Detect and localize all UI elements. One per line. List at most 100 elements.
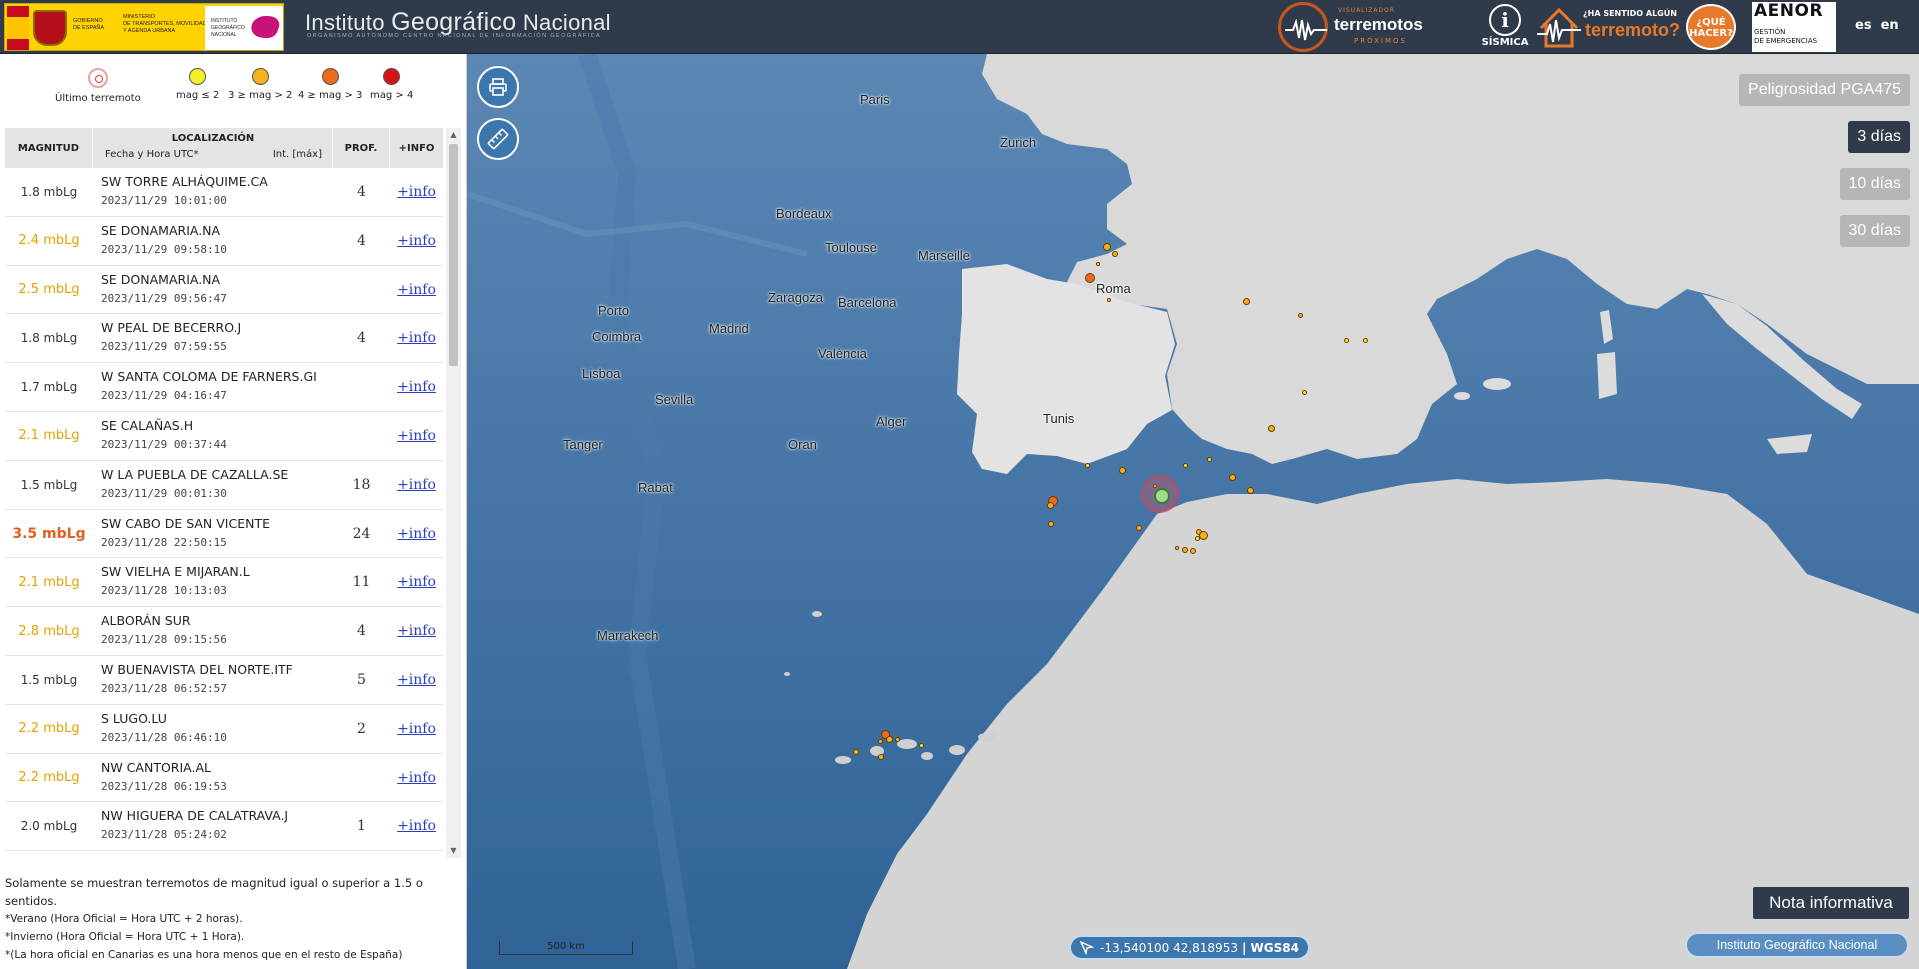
earthquake-marker[interactable] <box>1194 535 1200 541</box>
row-info-link[interactable]: +info <box>390 412 443 460</box>
earthquake-marker[interactable] <box>1198 530 1208 540</box>
row-magnitude: 2.0 mbLg <box>20 819 78 834</box>
earthquake-marker[interactable] <box>1103 243 1111 251</box>
earthquake-marker[interactable] <box>1301 389 1307 395</box>
earthquake-marker[interactable] <box>1118 466 1126 474</box>
earthquake-marker[interactable] <box>1182 462 1188 468</box>
col-prof[interactable]: PROF. <box>333 128 390 168</box>
earthquake-marker[interactable] <box>1343 337 1349 343</box>
row-datetime: 2023/11/28 06:52:57 <box>101 681 227 695</box>
row-info-link[interactable]: +info <box>390 510 443 558</box>
row-datetime: 2023/11/29 00:01:30 <box>101 486 227 500</box>
earthquake-marker[interactable] <box>885 735 893 743</box>
sismica-info-link[interactable]: i SÍSMICA <box>1480 4 1530 52</box>
table-row[interactable]: 3.5 mbLg SW CABO DE SAN VICENTE 2023/11/28… <box>5 510 443 559</box>
earthquake-marker[interactable] <box>1112 251 1118 257</box>
que-hacer-button[interactable]: ¿QUÉ HACER? <box>1686 4 1736 50</box>
earthquake-marker[interactable] <box>1136 525 1142 531</box>
scroll-thumb[interactable] <box>449 144 458 366</box>
earthquake-marker[interactable] <box>878 754 884 760</box>
scroll-up-icon[interactable]: ▲ <box>446 128 461 142</box>
ign-link-button[interactable]: Instituto Geográfico Nacional <box>1685 932 1909 958</box>
lang-es-link[interactable]: es <box>1855 18 1872 33</box>
table-row[interactable]: 1.8 mbLg SW TORRE ALHÁQUIME.CA 2023/11/29 … <box>5 168 443 217</box>
table-row[interactable]: 1.7 mbLg W SANTA COLOMA DE FARNERS.GI 2023… <box>5 363 443 412</box>
measure-button[interactable] <box>477 118 519 160</box>
row-info-link[interactable]: +info <box>390 802 443 850</box>
lang-en-link[interactable]: en <box>1881 18 1899 33</box>
row-datetime: 2023/11/28 22:50:15 <box>101 535 227 549</box>
earthquake-map[interactable]: Paris Zurich Bordeaux Toulouse Marseille Zara… <box>467 54 1919 969</box>
row-location: SW VIELHA E MIJARAN.L <box>101 564 250 580</box>
earthquake-marker[interactable] <box>853 749 859 755</box>
row-info-link[interactable]: +info <box>390 461 443 509</box>
earthquake-marker[interactable] <box>1096 262 1100 266</box>
table-row[interactable]: 2.1 mbLg SW VIELHA E MIJARAN.L 2023/11/28 … <box>5 558 443 608</box>
legend-item: mag > 4 <box>370 68 413 101</box>
table-row[interactable]: 2.5 mbLg SE DONAMARIA.NA 2023/11/29 09:56:… <box>5 266 443 315</box>
table-row[interactable]: 2.0 mbLg NW HIGUERA DE CALATRAVA.J 2023/11… <box>5 802 443 852</box>
row-info-link[interactable]: +info <box>390 607 443 655</box>
table-row[interactable]: 1.5 mbLg W LA PUEBLA DE CAZALLA.SE 2023/11… <box>5 461 443 510</box>
earthquake-marker[interactable] <box>894 736 900 742</box>
earthquake-marker[interactable] <box>1190 548 1196 554</box>
government-logo[interactable]: GOBIERNO DE ESPAÑA MINISTERIO DE TRANSPO… <box>4 3 284 51</box>
row-datetime: 2023/11/29 07:59:55 <box>101 340 227 354</box>
row-info-link[interactable]: +info <box>390 656 443 704</box>
table-row[interactable]: 2.2 mbLg NW CANTORIA.AL 2023/11/28 06:19:5… <box>5 754 443 803</box>
table-body: 1.8 mbLg SW TORRE ALHÁQUIME.CA 2023/11/29 … <box>5 168 443 858</box>
sismica-label: SÍSMICA <box>1481 37 1529 48</box>
table-row[interactable]: 2.8 mbLg ALBORÁN SUR 2023/11/28 09:15:56 4 +… <box>5 607 443 656</box>
row-info-link[interactable]: +info <box>390 217 443 265</box>
earthquake-marker[interactable] <box>1107 298 1111 302</box>
table-row[interactable]: 2.2 mbLg S LUGO.LU 2023/11/28 06:46:10 2 +in… <box>5 705 443 754</box>
table-row[interactable]: 1.8 mbLg W PEAL DE BECERRO.J 2023/11/29 07… <box>5 314 443 364</box>
row-depth: 1 <box>357 818 366 835</box>
table-row[interactable]: 2.4 mbLg SE DONAMARIA.NA 2023/11/29 09:58:… <box>5 217 443 266</box>
scroll-down-icon[interactable]: ▼ <box>446 844 461 858</box>
earthquake-marker[interactable] <box>1246 486 1254 494</box>
period-3-days[interactable]: 3 días <box>1848 121 1910 153</box>
earthquake-marker[interactable] <box>1297 312 1303 318</box>
earthquake-marker[interactable] <box>1206 456 1212 462</box>
earthquake-marker[interactable] <box>1267 424 1275 432</box>
earthquake-marker[interactable] <box>877 738 883 744</box>
table-scrollbar[interactable]: ▲ ▼ <box>446 128 461 858</box>
table-row[interactable]: 2.1 mbLg SE CALAÑAS.H 2023/11/29 00:37:44 +… <box>5 412 443 461</box>
row-info-link[interactable]: +info <box>390 754 443 802</box>
print-button[interactable] <box>477 66 519 108</box>
earthquake-marker[interactable] <box>1048 521 1054 527</box>
row-info-link[interactable]: +info <box>390 314 443 362</box>
period-30-days[interactable]: 30 días <box>1839 215 1910 247</box>
earthquake-marker[interactable] <box>1182 547 1188 553</box>
earthquake-marker[interactable] <box>1362 337 1368 343</box>
legend-dot-icon <box>87 68 108 88</box>
earthquake-marker[interactable] <box>1085 273 1095 283</box>
last-earthquake-marker[interactable] <box>1141 475 1179 513</box>
earthquake-marker[interactable] <box>1046 501 1054 509</box>
row-magnitude: 2.5 mbLg <box>18 282 80 298</box>
terremotos-proximos-link[interactable]: VISUALIZADOR terremotos PRÓXIMOS <box>1278 2 1450 52</box>
col-localizacion[interactable]: LOCALIZACIÓN Fecha y Hora UTC* Int. [máx… <box>93 128 333 168</box>
earthquake-marker[interactable] <box>918 742 924 748</box>
ha-sentido-link[interactable]: ¿HA SENTIDO ALGÚN terremoto? <box>1535 2 1680 52</box>
period-10-days[interactable]: 10 días <box>1839 168 1910 200</box>
legend-dot-icon <box>321 68 339 85</box>
earthquake-marker[interactable] <box>1242 297 1250 305</box>
row-info-link[interactable]: +info <box>390 363 443 411</box>
row-info-link[interactable] <box>390 851 443 858</box>
col-info: +INFO <box>398 142 435 154</box>
table-row[interactable]: SE MELGAÇO.POR <box>5 851 443 858</box>
city-label-zaragoza: Zaragoza <box>768 290 823 305</box>
row-info-link[interactable]: +info <box>390 705 443 753</box>
earthquake-marker[interactable] <box>1175 546 1179 550</box>
pga-hazard-toggle[interactable]: Peligrosidad PGA475 <box>1739 74 1910 106</box>
table-row[interactable]: 1.5 mbLg W BUENAVISTA DEL NORTE.ITF 2023/1… <box>5 656 443 705</box>
row-info-link[interactable]: +info <box>390 266 443 314</box>
row-info-link[interactable]: +info <box>390 168 443 216</box>
earthquake-marker[interactable] <box>1084 462 1090 468</box>
nota-informativa-button[interactable]: Nota informativa <box>1753 887 1909 919</box>
col-magnitud[interactable]: MAGNITUD <box>5 128 93 168</box>
earthquake-marker[interactable] <box>1228 473 1236 481</box>
row-info-link[interactable]: +info <box>390 558 443 606</box>
